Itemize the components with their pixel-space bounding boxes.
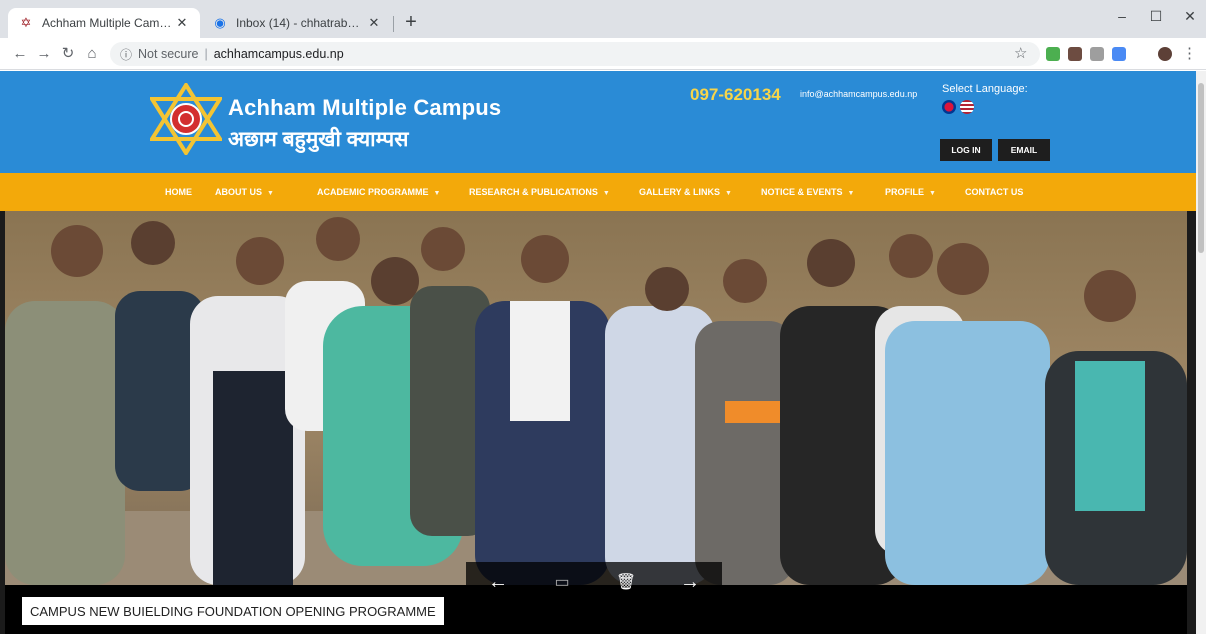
menu-label: CONTACT US bbox=[965, 187, 1024, 197]
language-label: Select Language: bbox=[942, 83, 1028, 95]
next-arrow-icon[interactable]: → bbox=[670, 571, 710, 594]
site-title-english: Achham Multiple Campus bbox=[228, 95, 502, 120]
browser-window: ✡ Achham Multiple Campus ✕ ◉ Inbox (14) … bbox=[0, 0, 1206, 634]
info-icon[interactable]: ⓘ bbox=[120, 46, 132, 63]
tab-strip: ✡ Achham Multiple Campus ✕ ◉ Inbox (14) … bbox=[0, 0, 1206, 38]
menu-label: NOTICE & EVENTS bbox=[761, 187, 843, 197]
forward-arrow-icon[interactable]: → bbox=[34, 44, 54, 64]
url-text: achhamcampus.edu.np bbox=[213, 47, 344, 61]
menu-research-publications[interactable]: RESEARCH & PUBLICATIONS ▼ bbox=[469, 173, 610, 211]
close-tab-icon[interactable]: ✕ bbox=[366, 15, 382, 31]
site-title-nepali: अछाम बहुमुखी क्याम्पस bbox=[228, 128, 409, 151]
menu-profile[interactable]: PROFILE ▼ bbox=[885, 173, 936, 211]
campus-logo-icon: ✡ bbox=[20, 15, 32, 30]
menu-label: HOME bbox=[165, 187, 192, 197]
usa-flag-icon[interactable] bbox=[960, 100, 974, 114]
extension-icon[interactable] bbox=[1068, 47, 1082, 61]
security-label: Not secure bbox=[138, 47, 199, 61]
tab-gmail-inbox[interactable]: ◉ Inbox (14) - chhatrabayala@gmai ✕ bbox=[202, 8, 392, 38]
menu-contact-us[interactable]: CONTACT US bbox=[965, 173, 1023, 211]
menu-label: GALLERY & LINKS bbox=[639, 187, 721, 197]
slider-controls: ← ▭ 🗑 → bbox=[466, 562, 722, 602]
previous-arrow-icon[interactable]: ← bbox=[478, 571, 518, 594]
chevron-down-icon: ▼ bbox=[602, 190, 610, 197]
slide-caption: CAMPUS NEW BUIELDING FOUNDATION OPENING … bbox=[22, 597, 444, 625]
site-header: Achham Multiple Campus अछाम बहुमुखी क्या… bbox=[0, 71, 1196, 173]
page-scrollbar[interactable] bbox=[1196, 71, 1206, 634]
maximize-button[interactable]: ☐ bbox=[1138, 8, 1174, 25]
chevron-down-icon: ▼ bbox=[847, 190, 855, 197]
profile-avatar[interactable] bbox=[1158, 47, 1172, 61]
menu-academic-programme[interactable]: ACADEMIC PROGRAMME ▼ bbox=[317, 173, 440, 211]
menu-about-us[interactable]: ABOUT US ▼ bbox=[215, 173, 274, 211]
tab-title: Achham Multiple Campus bbox=[42, 16, 174, 30]
extension-icon[interactable] bbox=[1046, 47, 1060, 61]
close-tab-icon[interactable]: ✕ bbox=[174, 15, 190, 31]
login-button[interactable]: LOG IN bbox=[940, 139, 992, 161]
chevron-down-icon: ▼ bbox=[725, 190, 732, 197]
browser-toolbar: ← → ↻ ⌂ ⓘ Not secure | achhamcampus.edu.… bbox=[0, 38, 1206, 70]
menu-kebab-icon[interactable]: ⋮ bbox=[1182, 44, 1197, 64]
chevron-down-icon: ▼ bbox=[267, 190, 274, 197]
tab-title: Inbox (14) - chhatrabayala@gmai bbox=[236, 16, 366, 30]
comment-icon[interactable]: ▭ bbox=[542, 572, 582, 592]
phone-number: 097-620134 bbox=[690, 85, 781, 104]
home-icon[interactable]: ⌂ bbox=[82, 44, 102, 64]
chevron-down-icon: ▼ bbox=[929, 190, 936, 197]
extension-icon[interactable] bbox=[1090, 47, 1104, 61]
contact-email[interactable]: info@achhamcampus.edu.np bbox=[800, 89, 917, 99]
hero-slide-image bbox=[5, 211, 1187, 585]
menu-label: PROFILE bbox=[885, 187, 925, 197]
menu-label: ACADEMIC PROGRAMME bbox=[317, 187, 429, 197]
tab-achham-campus[interactable]: ✡ Achham Multiple Campus ✕ bbox=[8, 8, 200, 38]
back-arrow-icon[interactable]: ← bbox=[10, 44, 30, 64]
menu-label: RESEARCH & PUBLICATIONS bbox=[469, 187, 598, 197]
scrollbar-thumb[interactable] bbox=[1198, 83, 1204, 253]
trash-icon[interactable]: 🗑 bbox=[606, 572, 646, 592]
menu-gallery-links[interactable]: GALLERY & LINKS ▼ bbox=[639, 173, 732, 211]
nepal-flag-icon[interactable] bbox=[942, 100, 956, 114]
chevron-down-icon: ▼ bbox=[433, 190, 441, 197]
menu-label: ABOUT US bbox=[215, 187, 262, 197]
gmail-icon: ◉ bbox=[214, 15, 226, 30]
tab-divider bbox=[393, 16, 394, 32]
reload-icon[interactable]: ↻ bbox=[58, 44, 78, 64]
bookmark-star-icon[interactable]: ☆ bbox=[1014, 44, 1027, 62]
email-button[interactable]: EMAIL bbox=[998, 139, 1050, 161]
web-page: Achham Multiple Campus अछाम बहुमुखी क्या… bbox=[0, 71, 1196, 634]
separator: | bbox=[204, 47, 208, 61]
main-menu: HOME ABOUT US ▼ ACADEMIC PROGRAMME ▼ RESEA… bbox=[0, 173, 1196, 211]
minimize-button[interactable]: – bbox=[1104, 8, 1140, 24]
address-bar[interactable]: ⓘ Not secure | achhamcampus.edu.np bbox=[110, 42, 1040, 66]
menu-notice-events[interactable]: NOTICE & EVENTS ▼ bbox=[761, 173, 854, 211]
new-tab-button[interactable]: + bbox=[400, 12, 422, 34]
translate-extension-icon[interactable] bbox=[1112, 47, 1126, 61]
campus-logo bbox=[150, 83, 222, 155]
close-window-button[interactable]: ✕ bbox=[1172, 8, 1206, 25]
menu-home[interactable]: HOME bbox=[165, 173, 192, 211]
